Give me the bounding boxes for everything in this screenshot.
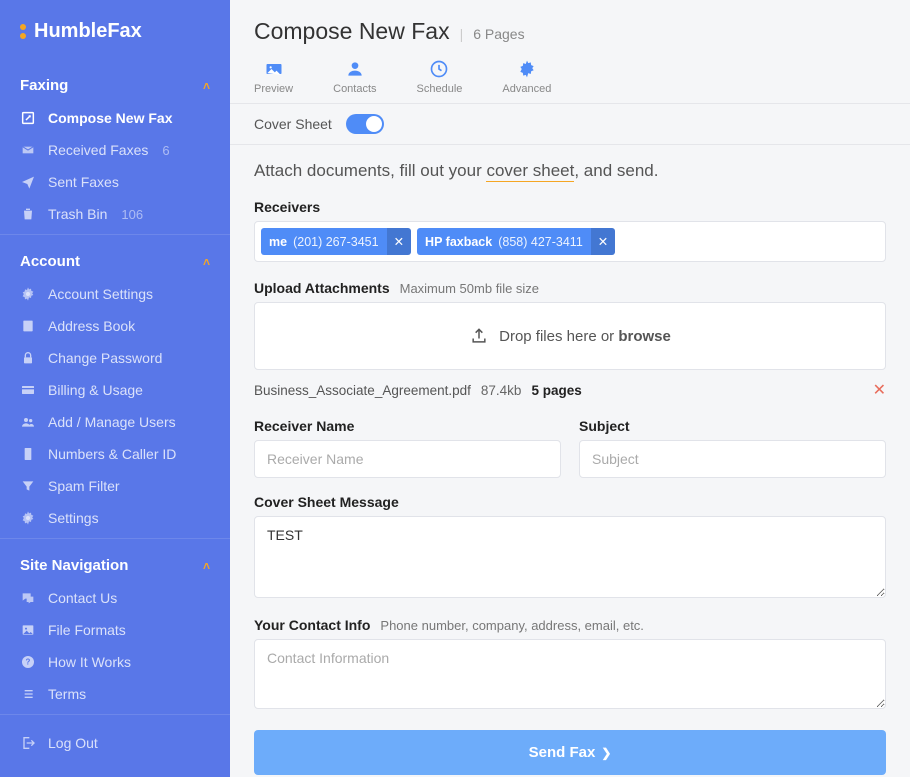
card-icon	[20, 382, 36, 398]
receivers-input[interactable]: me (201) 267-3451 ✕ HP faxback (858) 427…	[254, 221, 886, 262]
attachment-size: 87.4kb	[481, 383, 522, 398]
chat-icon	[20, 590, 36, 606]
title-separator: |	[460, 26, 464, 42]
sidebar-item-billing-usage[interactable]: Billing & Usage	[0, 374, 230, 406]
remove-chip-icon[interactable]: ✕	[591, 228, 615, 255]
upload-dropzone[interactable]: Drop files here or browse	[254, 302, 886, 370]
toolbar-preview[interactable]: Preview	[254, 57, 293, 97]
sidebar-item-address-book[interactable]: Address Book	[0, 310, 230, 342]
attachment-filename: Business_Associate_Agreement.pdf	[254, 383, 471, 398]
instructions-text: Attach documents, fill out your cover sh…	[254, 161, 886, 181]
cover-sheet-message-input[interactable]	[254, 516, 886, 598]
toolbar-contacts[interactable]: Contacts	[333, 57, 376, 97]
page-titlebar: Compose New Fax | 6 Pages	[230, 0, 910, 57]
page-count-label: 6 Pages	[473, 26, 524, 42]
toolbar-schedule[interactable]: Schedule	[417, 57, 463, 97]
sidebar-item-account-settings[interactable]: Account Settings	[0, 278, 230, 310]
image-icon	[20, 622, 36, 638]
delete-attachment-icon[interactable]: ✕	[873, 380, 886, 400]
filter-icon	[20, 478, 36, 494]
compose-icon	[20, 110, 36, 126]
remove-chip-icon[interactable]: ✕	[387, 228, 411, 255]
gear-icon	[517, 59, 537, 79]
lock-icon	[20, 350, 36, 366]
sidebar-item-numbers-callerid[interactable]: Numbers & Caller ID	[0, 438, 230, 470]
question-icon: ?	[20, 654, 36, 670]
attachment-row: Business_Associate_Agreement.pdf 87.4kb …	[254, 380, 886, 400]
users-icon	[20, 414, 36, 430]
brand-logo[interactable]: HumbleFax	[0, 0, 230, 59]
sidebar-item-how-it-works[interactable]: ? How It Works	[0, 646, 230, 678]
cover-sheet-label: Cover Sheet	[254, 116, 332, 132]
logout-icon	[20, 735, 36, 751]
send-fax-button[interactable]: Send Fax ❯	[254, 730, 886, 775]
contact-info-input[interactable]	[254, 639, 886, 709]
cover-sheet-row: Cover Sheet	[230, 104, 910, 145]
cover-sheet-toggle[interactable]	[346, 114, 384, 134]
brand-name: HumbleFax	[34, 20, 142, 43]
chevron-up-icon: ˄	[203, 79, 210, 93]
receiver-name-input[interactable]	[254, 440, 561, 478]
toolbar: Preview Contacts Schedule Advanced	[230, 57, 910, 104]
gear-icon	[20, 510, 36, 526]
page-title: Compose New Fax	[254, 18, 450, 45]
cover-sheet-link[interactable]: cover sheet	[486, 161, 574, 182]
sidebar-item-change-password[interactable]: Change Password	[0, 342, 230, 374]
receiver-chip: HP faxback (858) 427-3411 ✕	[417, 228, 615, 255]
sidebar-item-file-formats[interactable]: File Formats	[0, 614, 230, 646]
chevron-up-icon: ˄	[203, 559, 210, 573]
list-icon	[20, 686, 36, 702]
receiver-chip: me (201) 267-3451 ✕	[261, 228, 411, 255]
nav-section-account[interactable]: Account ˄	[0, 239, 230, 278]
sidebar-item-trash-bin[interactable]: Trash Bin 106	[0, 198, 230, 230]
sidebar-item-logout[interactable]: Log Out	[0, 727, 230, 759]
main-content: Compose New Fax | 6 Pages Preview Contac…	[230, 0, 910, 777]
svg-text:?: ?	[26, 658, 31, 667]
sidebar-item-spam-filter[interactable]: Spam Filter	[0, 470, 230, 502]
receiver-name-label: Receiver Name	[254, 418, 561, 434]
book-icon	[20, 318, 36, 334]
attachment-pages: 5 pages	[531, 383, 581, 398]
upload-icon	[469, 326, 489, 346]
sidebar-item-received-faxes[interactable]: Received Faxes 6	[0, 134, 230, 166]
trash-icon	[20, 206, 36, 222]
sidebar-item-settings[interactable]: Settings	[0, 502, 230, 534]
nav-section-site-navigation[interactable]: Site Navigation ˄	[0, 543, 230, 582]
chevron-up-icon: ˄	[203, 255, 210, 269]
gear-icon	[20, 286, 36, 302]
phone-icon	[20, 446, 36, 462]
contact-info-label: Your Contact Info Phone number, company,…	[254, 617, 886, 633]
contacts-icon	[345, 59, 365, 79]
sidebar-item-sent-faxes[interactable]: Sent Faxes	[0, 166, 230, 198]
sidebar-item-contact-us[interactable]: Contact Us	[0, 582, 230, 614]
chevron-right-icon: ❯	[601, 746, 611, 760]
subject-label: Subject	[579, 418, 886, 434]
message-label: Cover Sheet Message	[254, 494, 886, 510]
upload-label: Upload Attachments Maximum 50mb file siz…	[254, 280, 886, 296]
nav-section-faxing[interactable]: Faxing ˄	[0, 63, 230, 102]
subject-input[interactable]	[579, 440, 886, 478]
clock-icon	[429, 59, 449, 79]
receivers-label: Receivers	[254, 199, 886, 215]
sidebar-item-compose-new-fax[interactable]: Compose New Fax	[0, 102, 230, 134]
send-icon	[20, 174, 36, 190]
brand-logo-icon	[20, 24, 26, 39]
toolbar-advanced[interactable]: Advanced	[502, 57, 551, 97]
inbox-icon	[20, 142, 36, 158]
sidebar-item-manage-users[interactable]: Add / Manage Users	[0, 406, 230, 438]
sidebar: HumbleFax Faxing ˄ Compose New Fax Recei…	[0, 0, 230, 777]
preview-icon	[264, 59, 284, 79]
sidebar-item-terms[interactable]: Terms	[0, 678, 230, 710]
